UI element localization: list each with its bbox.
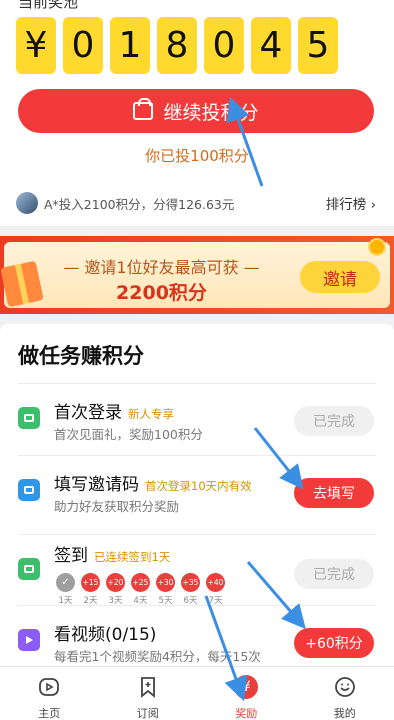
calendar-icon [18, 558, 40, 580]
task-name: 看视频(0/15) [54, 625, 157, 645]
invite-banner-panel: — 邀请1位好友最高可获 — 2200积分 邀请 [0, 238, 390, 308]
checkin-completed-button[interactable]: 已完成 [294, 559, 374, 589]
bookmark-icon [136, 675, 160, 699]
checkin-day: +30 5天 [154, 573, 177, 606]
jackpot-digit: 0 [204, 17, 244, 74]
checkin-day: +25 4天 [129, 573, 152, 606]
task-tag: 首次登录10天内有效 [145, 479, 252, 493]
winner-text: A*投入2100积分，分得126.63元 [44, 196, 235, 212]
jackpot-digit: 5 [298, 17, 338, 74]
check-icon: ✓ [56, 573, 75, 592]
jackpot-digit: 8 [157, 17, 197, 74]
task-desc: 每看完1个视频奖励4积分，每天15次 [54, 649, 261, 664]
checkin-day: +15 2天 [79, 573, 102, 606]
task-checkin: 签到 已连续签到1天 ✓ 1天 +15 2天 +20 3天 +25 4天 +30 5天 +3… [18, 534, 376, 606]
tab-subscribe[interactable]: 订阅 [99, 667, 198, 720]
checkin-day: +40 7天 [204, 573, 227, 606]
checkin-day: ✓ 1天 [54, 573, 77, 606]
task-name: 签到 已连续签到1天 [54, 546, 171, 566]
continue-invest-button[interactable]: 继续投积分 [18, 89, 374, 133]
checkin-day: +20 3天 [104, 573, 127, 606]
jackpot-card: 当前奖池 ¥ 0 1 8 0 4 5 继续投积分 你已投100积分 A*投入21… [0, 0, 394, 226]
winner-row: A*投入2100积分，分得126.63元 排行榜 › [16, 192, 376, 214]
pool-label: 当前奖池 [18, 0, 79, 11]
task-tag: 已连续签到1天 [94, 550, 171, 564]
invite-banner-subtitle: — 邀请1位好友最高可获 — [63, 258, 260, 277]
tasks-title: 做任务赚积分 [18, 344, 144, 368]
task-first-login: 首次登录 新人专享 首次见面礼，奖励100积分 已完成 [18, 383, 376, 455]
jackpot-digit: ¥ [16, 17, 56, 74]
login-icon [18, 407, 40, 429]
tab-label: 订阅 [136, 707, 159, 720]
jackpot-digit: 4 [251, 17, 291, 74]
bottom-tab-bar: 主页 订阅 ¥ 奖励 我的 [0, 666, 394, 720]
task-name: 首次登录 新人专享 [54, 403, 174, 423]
fill-invite-code-button[interactable]: 去填写 [294, 478, 374, 508]
tab-rewards[interactable]: ¥ 奖励 [197, 667, 296, 720]
invite-banner[interactable]: — 邀请1位好友最高可获 — 2200积分 邀请 [0, 236, 394, 314]
invite-banner-reward: 2200积分 [116, 282, 207, 304]
coin-icon [368, 238, 386, 256]
avatar [16, 192, 38, 214]
reward-icon: ¥ [234, 675, 259, 699]
bag-icon [133, 98, 154, 120]
tab-me[interactable]: 我的 [296, 667, 394, 720]
task-invite-code: 填写邀请码 首次登录10天内有效 助力好友获取积分奖励 去填写 [18, 455, 376, 527]
invite-code-icon [18, 479, 40, 501]
tab-home[interactable]: 主页 [0, 667, 99, 720]
smiley-icon [333, 675, 357, 699]
play-icon [18, 629, 40, 651]
invite-button[interactable]: 邀请 [300, 261, 380, 293]
task-name: 填写邀请码 首次登录10天内有效 [54, 475, 252, 495]
jackpot-digit: 0 [63, 17, 103, 74]
invested-text: 你已投100积分 [145, 147, 249, 165]
tab-label: 奖励 [235, 707, 258, 720]
task-completed-button[interactable]: 已完成 [294, 406, 374, 436]
task-desc: 助力好友获取积分奖励 [54, 499, 180, 514]
jackpot-digits: ¥ 0 1 8 0 4 5 [16, 17, 338, 74]
checkin-days: ✓ 1天 +15 2天 +20 3天 +25 4天 +30 5天 +35 6天 +40 7天 [54, 573, 227, 606]
tab-label: 我的 [333, 707, 356, 720]
task-tag: 新人专享 [128, 407, 174, 421]
home-icon [37, 675, 61, 699]
task-desc: 首次见面礼，奖励100积分 [54, 427, 203, 442]
jackpot-digit: 1 [110, 17, 150, 74]
tasks-card: 做任务赚积分 首次登录 新人专享 首次见面礼，奖励100积分 已完成 填写邀请码首… [0, 324, 394, 666]
watch-video-button[interactable]: +60积分 [294, 628, 374, 658]
checkin-day: +35 6天 [179, 573, 202, 606]
tab-label: 主页 [38, 707, 61, 720]
continue-invest-label: 继续投积分 [163, 101, 259, 124]
leaderboard-link[interactable]: 排行榜 › [326, 193, 376, 213]
